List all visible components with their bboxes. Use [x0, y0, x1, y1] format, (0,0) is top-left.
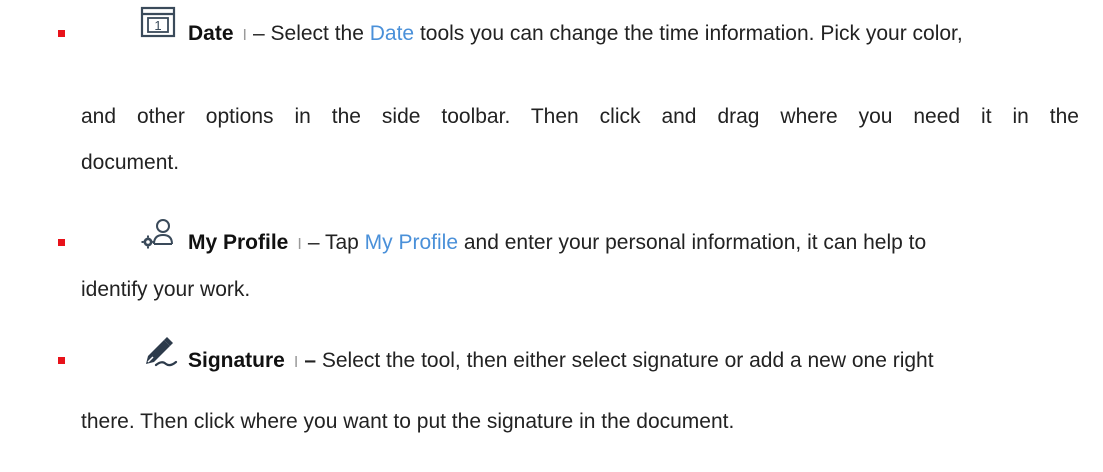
separator-bar: I	[242, 27, 247, 44]
description-text: tools you can change the time informatio…	[414, 22, 963, 45]
item-title: Date	[188, 22, 234, 45]
description-text: and enter your personal information, it …	[458, 231, 927, 254]
dash: –	[304, 349, 316, 372]
description-line: identify your work.	[81, 278, 251, 301]
description-line: document.	[81, 151, 180, 174]
calendar-icon: 1	[140, 6, 176, 38]
description-text: Select the tool, then either select sign…	[321, 349, 934, 372]
user-settings-icon	[141, 219, 173, 249]
list-bullet	[58, 357, 65, 364]
dash: –	[307, 231, 320, 254]
help-document: 1 Date I – Select the Date tools you can c…	[0, 0, 1103, 472]
date-link[interactable]: Date	[370, 22, 414, 45]
list-bullet	[58, 239, 65, 246]
item-title: Signature	[188, 349, 285, 372]
signature-pen-icon	[146, 337, 178, 367]
separator-bar: I	[297, 236, 302, 253]
separator-bar: I	[293, 354, 299, 371]
my-profile-link[interactable]: My Profile	[365, 231, 458, 254]
description-line: and other options in the side toolbar. T…	[81, 105, 1079, 128]
description-line: there. Then click where you want to put …	[81, 410, 735, 433]
description-text: Tap	[324, 231, 365, 254]
description-text: Select the	[270, 22, 370, 45]
dash: –	[252, 22, 265, 45]
item-title: My Profile	[188, 231, 289, 254]
list-bullet	[58, 30, 65, 37]
calendar-day-number: 1	[154, 18, 161, 33]
